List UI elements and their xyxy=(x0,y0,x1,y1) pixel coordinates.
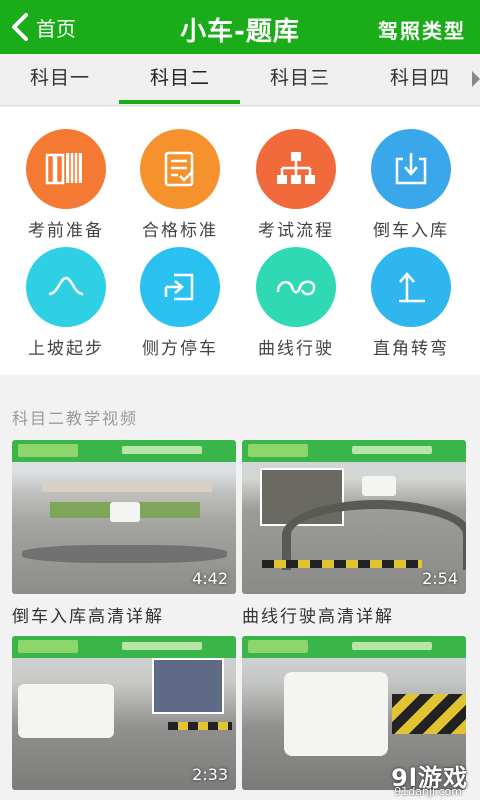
grid-label: 上坡起步 xyxy=(28,339,104,359)
back-button[interactable]: 首页 xyxy=(10,9,76,45)
flowchart-icon xyxy=(256,129,336,209)
right-angle-turn-icon xyxy=(371,247,451,327)
grid-label: 直角转弯 xyxy=(373,339,449,359)
video-thumbnail[interactable]: 2:54 xyxy=(242,440,466,594)
hill-start-icon xyxy=(26,247,106,327)
grid-label: 考前准备 xyxy=(28,221,104,241)
grid-item-reverse-park[interactable]: 倒车入库 xyxy=(356,129,466,241)
grid-label: 合格标准 xyxy=(142,221,218,241)
video-card[interactable]: 2:33 xyxy=(12,636,236,790)
banner-strip xyxy=(352,642,432,650)
thumbnail-banner xyxy=(12,440,236,462)
tab-subject-2[interactable]: 科目二 xyxy=(120,54,240,104)
inset-camera-view xyxy=(152,658,224,714)
video-thumbnail[interactable]: 2:33 xyxy=(12,636,236,790)
curb-stripe xyxy=(262,560,422,568)
back-arrow-icon xyxy=(12,13,28,41)
grid-label: 倒车入库 xyxy=(373,221,449,241)
feature-grid: 考前准备 合格标准 考试流程 倒车入库 上坡起步 侧方停车 曲线行驶 直角转弯 xyxy=(0,107,480,375)
grid-item-process[interactable]: 考试流程 xyxy=(241,129,351,241)
thumbnail-banner xyxy=(242,440,466,462)
grid-item-standard[interactable]: 合格标准 xyxy=(125,129,235,241)
video-thumbnail[interactable]: 4:42 xyxy=(12,440,236,594)
active-tab-indicator xyxy=(119,100,240,104)
video-section-title: 科目二教学视频 xyxy=(12,409,139,428)
curve-icon xyxy=(256,247,336,327)
video-card[interactable]: 2:54 曲线行驶高清详解 xyxy=(242,440,466,627)
top-bar: 首页 小车-题库 驾照类型 xyxy=(0,0,480,54)
logo-icon xyxy=(248,640,308,653)
reverse-park-icon xyxy=(371,129,451,209)
curb-stripe xyxy=(168,722,232,730)
curb-stripe xyxy=(392,694,466,734)
video-duration: 2:54 xyxy=(422,569,458,588)
grid-item-right-angle-turn[interactable]: 直角转弯 xyxy=(356,247,466,359)
banner-strip xyxy=(352,446,432,454)
banner-strip xyxy=(122,446,202,454)
site-watermark: 9l游戏 91danji.com xyxy=(370,758,474,798)
logo-icon xyxy=(18,444,78,457)
video-card[interactable]: 4:42 倒车入库高清详解 xyxy=(12,440,236,627)
grid-label: 考试流程 xyxy=(258,221,334,241)
logo-icon xyxy=(18,640,78,653)
car-icon xyxy=(110,502,140,522)
car-icon xyxy=(18,684,114,738)
thumbnail-banner xyxy=(242,636,466,658)
banner-strip xyxy=(122,642,202,650)
subject-tabs: 科目一 科目二 科目三 科目四 xyxy=(0,54,480,106)
car-icon xyxy=(284,672,388,756)
back-label: 首页 xyxy=(36,16,76,41)
car-icon xyxy=(362,476,396,496)
road-curve xyxy=(22,545,227,563)
logo-icon xyxy=(248,444,308,457)
video-title: 曲线行驶高清详解 xyxy=(242,607,394,627)
grid-label: 曲线行驶 xyxy=(258,339,334,359)
grid-item-prep[interactable]: 考前准备 xyxy=(11,129,121,241)
chevron-right-icon[interactable] xyxy=(472,71,480,87)
tab-subject-4[interactable]: 科目四 xyxy=(360,54,480,104)
video-title: 倒车入库高清详解 xyxy=(12,607,164,627)
video-duration: 2:33 xyxy=(192,765,228,784)
tab-subject-1[interactable]: 科目一 xyxy=(0,54,120,104)
side-park-icon xyxy=(140,247,220,327)
grid-item-hill-start[interactable]: 上坡起步 xyxy=(11,247,121,359)
tab-subject-3[interactable]: 科目三 xyxy=(240,54,360,104)
grid-label: 侧方停车 xyxy=(142,339,218,359)
checklist-icon xyxy=(140,129,220,209)
video-duration: 4:42 xyxy=(192,569,228,588)
books-icon xyxy=(26,129,106,209)
track-barrier xyxy=(42,482,212,492)
grid-item-curve[interactable]: 曲线行驶 xyxy=(241,247,351,359)
thumbnail-banner xyxy=(12,636,236,658)
license-type-button[interactable]: 驾照类型 xyxy=(378,15,466,44)
watermark-url: 91danji.com xyxy=(394,785,462,798)
grid-item-side-park[interactable]: 侧方停车 xyxy=(125,247,235,359)
